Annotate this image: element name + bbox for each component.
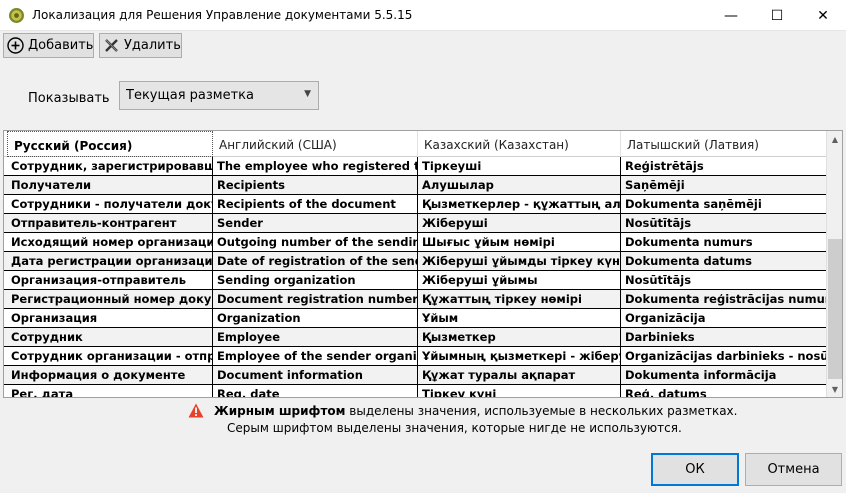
- cell-russian[interactable]: Регистрационный номер документа: [7, 290, 213, 308]
- grid-header: Русский (Россия) Английский (США) Казахс…: [4, 131, 826, 157]
- table-row[interactable]: Сотрудники - получатели документаRecipie…: [4, 195, 826, 214]
- vertical-scrollbar[interactable]: ▲ ▼: [826, 131, 842, 397]
- cell-russian[interactable]: Дата регистрации организации-отправителя: [7, 252, 213, 270]
- column-header-english[interactable]: Английский (США): [213, 131, 418, 157]
- window-title: Локализация для Решения Управление докум…: [32, 8, 413, 22]
- note-line1-rest: выделены значения, используемые в нескол…: [345, 404, 738, 418]
- warning-icon: [188, 403, 204, 418]
- cell-russian[interactable]: Организация: [7, 309, 213, 327]
- column-header-kazakh[interactable]: Казахский (Казахстан): [418, 131, 621, 157]
- minimize-button[interactable]: —: [708, 0, 754, 31]
- column-header-russian[interactable]: Русский (Россия): [7, 131, 213, 157]
- cell-latvian[interactable]: Saņēmēji: [621, 176, 826, 194]
- cell-english[interactable]: Outgoing number of the sending organizat…: [213, 233, 418, 251]
- cell-latvian[interactable]: Organizācijas darbinieks - nosūtītājs: [621, 347, 826, 365]
- cell-english[interactable]: Employee: [213, 328, 418, 346]
- cell-russian[interactable]: Сотрудник, зарегистрировавший документ: [7, 157, 213, 175]
- cell-kazakh[interactable]: Ұйым: [418, 309, 621, 327]
- delete-button[interactable]: Удалить: [99, 33, 182, 58]
- layout-select[interactable]: Текущая разметка ▼: [119, 81, 319, 110]
- cancel-button[interactable]: Отмена: [745, 453, 842, 486]
- cell-kazakh[interactable]: Шығыс ұйым нөмірі: [418, 233, 621, 251]
- cell-english[interactable]: Employee of the sender organization: [213, 347, 418, 365]
- cell-russian[interactable]: Сотрудник организации - отправителя: [7, 347, 213, 365]
- cell-kazakh[interactable]: Тіркеуші: [418, 157, 621, 175]
- cell-russian[interactable]: Информация о документе: [7, 366, 213, 384]
- cell-latvian[interactable]: Nosūtītājs: [621, 214, 826, 232]
- cell-english[interactable]: Sending organization: [213, 271, 418, 289]
- table-row[interactable]: Дата регистрации организации-отправителя…: [4, 252, 826, 271]
- add-button[interactable]: Добавить: [3, 33, 94, 58]
- delete-x-icon: [105, 39, 118, 52]
- cell-kazakh[interactable]: Жіберуші ұйымы: [418, 271, 621, 289]
- cell-russian[interactable]: Получатели: [7, 176, 213, 194]
- cell-latvian[interactable]: Darbinieks: [621, 328, 826, 346]
- add-button-label: Добавить: [28, 38, 94, 53]
- cell-kazakh[interactable]: Жіберуші: [418, 214, 621, 232]
- cell-latvian[interactable]: Dokumenta reģistrācijas numurs: [621, 290, 826, 308]
- cell-english[interactable]: Recipients: [213, 176, 418, 194]
- table-row[interactable]: Информация о документе Document informati…: [4, 366, 826, 385]
- ok-button[interactable]: ОК: [651, 453, 739, 486]
- cell-kazakh[interactable]: Құжат туралы ақпарат: [418, 366, 621, 384]
- cell-russian[interactable]: Рег. дата: [7, 385, 213, 397]
- table-row[interactable]: Сотрудник Employee Қызметкер Darbinieks: [4, 328, 826, 347]
- cell-latvian[interactable]: Dokumenta saņēmēji: [621, 195, 826, 213]
- plus-circle-icon: [7, 37, 24, 54]
- table-row[interactable]: Организация-отправитель Sending organizat…: [4, 271, 826, 290]
- cell-english[interactable]: Organization: [213, 309, 418, 327]
- scroll-up-icon[interactable]: ▲: [827, 131, 842, 147]
- maximize-button[interactable]: ☐: [754, 0, 800, 31]
- cell-russian[interactable]: Исходящий номер организации-отправителя: [7, 233, 213, 251]
- cell-latvian[interactable]: Dokumenta datums: [621, 252, 826, 270]
- note-bold-values: Жирным шрифтом выделены значения, исполь…: [214, 404, 737, 418]
- note-gray-values: Серым шрифтом выделены значения, которые…: [227, 421, 682, 435]
- cell-kazakh[interactable]: Құжаттың тіркеу нөмірі: [418, 290, 621, 308]
- table-row[interactable]: Отправитель-контрагент Sender Жіберуші Nosū…: [4, 214, 826, 233]
- show-label: Показывать: [28, 91, 110, 106]
- cell-kazakh[interactable]: Қызметкерлер - құжаттың алушылары: [418, 195, 621, 213]
- table-row[interactable]: Получатели Recipients Алушылар Saņēmēji: [4, 176, 826, 195]
- cell-latvian[interactable]: Reģ. datums: [621, 385, 826, 397]
- note-bold-prefix: Жирным шрифтом: [214, 404, 346, 418]
- column-header-latvian[interactable]: Латышский (Латвия): [621, 131, 826, 157]
- title-bar: Локализация для Решения Управление докум…: [0, 0, 846, 31]
- close-button[interactable]: ✕: [800, 0, 846, 31]
- delete-button-label: Удалить: [124, 38, 181, 53]
- cell-english[interactable]: Document information: [213, 366, 418, 384]
- cell-latvian[interactable]: Organizācija: [621, 309, 826, 327]
- cell-kazakh[interactable]: Қызметкер: [418, 328, 621, 346]
- layout-select-value: Текущая разметка: [126, 88, 254, 103]
- cell-english[interactable]: Document registration number: [213, 290, 418, 308]
- cell-english[interactable]: The employee who registered the document: [213, 157, 418, 175]
- cell-russian[interactable]: Организация-отправитель: [7, 271, 213, 289]
- cell-kazakh[interactable]: Тіркеу күні: [418, 385, 621, 397]
- table-row[interactable]: Организация Organization Ұйым Organizācija: [4, 309, 826, 328]
- cell-latvian[interactable]: Nosūtītājs: [621, 271, 826, 289]
- cell-english[interactable]: Sender: [213, 214, 418, 232]
- cell-latvian[interactable]: Dokumenta informācija: [621, 366, 826, 384]
- cell-kazakh[interactable]: Жіберуші ұйымды тіркеу күні: [418, 252, 621, 270]
- cell-kazakh[interactable]: Ұйымның қызметкері - жіберуші: [418, 347, 621, 365]
- table-row[interactable]: Рег. дата Reg. date Тіркеу күні Reģ. datums: [4, 385, 826, 397]
- app-gear-icon: [9, 8, 24, 23]
- table-row[interactable]: Исходящий номер организации-отправителяO…: [4, 233, 826, 252]
- localization-grid[interactable]: Русский (Россия) Английский (США) Казахс…: [3, 130, 843, 398]
- table-row[interactable]: Регистрационный номер документаDocument …: [4, 290, 826, 309]
- cell-latvian[interactable]: Reģistrētājs: [621, 157, 826, 175]
- cell-russian[interactable]: Отправитель-контрагент: [7, 214, 213, 232]
- scroll-down-icon[interactable]: ▼: [827, 381, 842, 397]
- cell-english[interactable]: Recipients of the document: [213, 195, 418, 213]
- cell-latvian[interactable]: Dokumenta numurs: [621, 233, 826, 251]
- cell-english[interactable]: Date of registration of the sending orga…: [213, 252, 418, 270]
- table-row[interactable]: Сотрудник организации - отправителяEmplo…: [4, 347, 826, 366]
- cell-english[interactable]: Reg. date: [213, 385, 418, 397]
- scroll-thumb[interactable]: [828, 239, 842, 379]
- cell-russian[interactable]: Сотрудники - получатели документа: [7, 195, 213, 213]
- table-row[interactable]: Сотрудник, зарегистрировавший документTh…: [4, 157, 826, 176]
- cell-russian[interactable]: Сотрудник: [7, 328, 213, 346]
- chevron-down-icon: ▼: [304, 89, 311, 99]
- cell-kazakh[interactable]: Алушылар: [418, 176, 621, 194]
